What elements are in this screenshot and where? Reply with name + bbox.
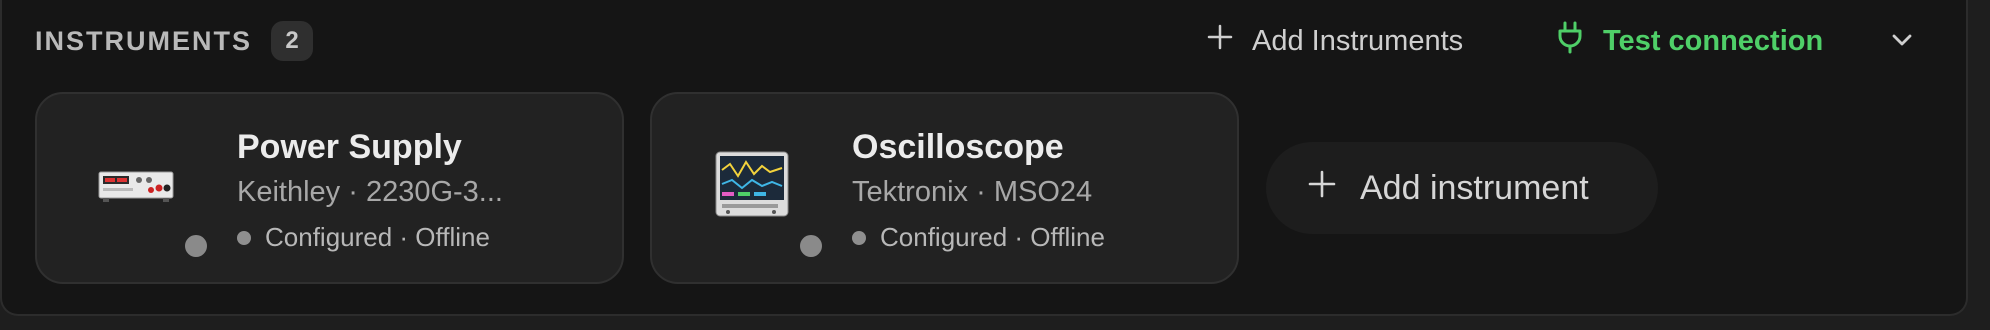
add-instruments-button[interactable]: Add Instruments <box>1206 18 1463 64</box>
test-connection-button[interactable]: Test connection <box>1555 18 1823 64</box>
instruments-panel: INSTRUMENTS 2 Add Instruments Test conne… <box>0 0 1968 316</box>
instrument-status-label: Configured · Offline <box>265 222 490 252</box>
instrument-name: Power Supply <box>237 128 462 166</box>
instrument-status: Configured · Offline <box>237 222 490 253</box>
oscilloscope-icon <box>710 150 792 220</box>
add-instruments-label: Add Instruments <box>1252 24 1464 57</box>
instrument-status: Configured · Offline <box>852 222 1105 253</box>
instruments-header: INSTRUMENTS 2 Add Instruments Test conne… <box>2 0 1966 82</box>
add-instrument-label: Add instrument <box>1360 168 1589 207</box>
instrument-count-badge: 2 <box>271 21 313 61</box>
status-dot <box>852 230 866 245</box>
plus-icon <box>1206 23 1234 59</box>
power-supply-icon <box>95 150 177 220</box>
instrument-model: Tektronix · MSO24 <box>852 176 1093 208</box>
instrument-model: Keithley · 2230G-3... <box>237 176 503 208</box>
status-dot <box>237 230 251 245</box>
collapse-toggle[interactable] <box>1882 24 1922 60</box>
test-connection-label: Test connection <box>1603 24 1824 57</box>
add-instrument-button[interactable]: Add instrument <box>1266 142 1658 234</box>
instrument-name: Oscilloscope <box>852 128 1064 166</box>
plug-icon <box>1555 20 1585 62</box>
connection-status-indicator <box>181 231 211 261</box>
chevron-down-icon <box>1888 26 1916 59</box>
plus-icon <box>1306 168 1338 209</box>
section-title: INSTRUMENTS <box>35 26 252 56</box>
instrument-status-label: Configured · Offline <box>880 222 1105 252</box>
connection-status-indicator <box>796 231 826 261</box>
instrument-card-power-supply[interactable]: Power Supply Keithley · 2230G-3... Confi… <box>35 92 624 284</box>
instrument-card-oscilloscope[interactable]: Oscilloscope Tektronix · MSO24 Configure… <box>650 92 1239 284</box>
